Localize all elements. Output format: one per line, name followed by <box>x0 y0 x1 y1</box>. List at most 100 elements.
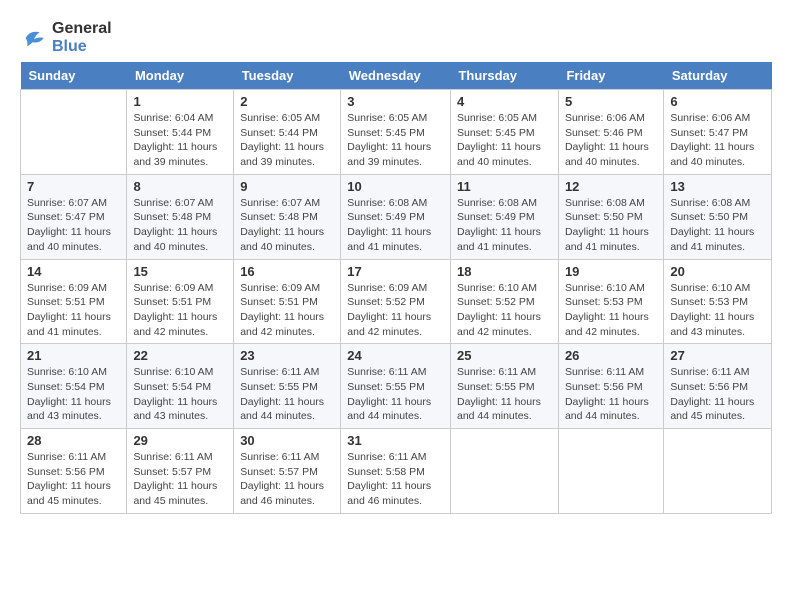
calendar-cell: 4 Sunrise: 6:05 AMSunset: 5:45 PMDaylight… <box>450 90 558 175</box>
calendar-cell: 31 Sunrise: 6:11 AMSunset: 5:58 PMDayligh… <box>341 429 451 514</box>
calendar-cell: 30 Sunrise: 6:11 AMSunset: 5:57 PMDayligh… <box>234 429 341 514</box>
day-info: Sunrise: 6:11 AMSunset: 5:57 PMDaylight:… <box>240 450 334 509</box>
day-number: 15 <box>133 264 227 279</box>
calendar-week-row: 14 Sunrise: 6:09 AMSunset: 5:51 PMDayligh… <box>21 259 772 344</box>
day-info: Sunrise: 6:06 AMSunset: 5:47 PMDaylight:… <box>670 111 765 170</box>
day-number: 11 <box>457 179 552 194</box>
calendar-cell: 14 Sunrise: 6:09 AMSunset: 5:51 PMDayligh… <box>21 259 127 344</box>
day-info: Sunrise: 6:08 AMSunset: 5:50 PMDaylight:… <box>670 196 765 255</box>
calendar-cell: 20 Sunrise: 6:10 AMSunset: 5:53 PMDayligh… <box>664 259 772 344</box>
day-info: Sunrise: 6:09 AMSunset: 5:51 PMDaylight:… <box>27 281 120 340</box>
day-info: Sunrise: 6:06 AMSunset: 5:46 PMDaylight:… <box>565 111 657 170</box>
calendar-cell: 19Sunrise: 6:10 AMSunset: 5:53 PMDayligh… <box>558 259 663 344</box>
day-info: Sunrise: 6:10 AMSunset: 5:52 PMDaylight:… <box>457 281 552 340</box>
day-info: Sunrise: 6:05 AMSunset: 5:44 PMDaylight:… <box>240 111 334 170</box>
day-info: Sunrise: 6:05 AMSunset: 5:45 PMDaylight:… <box>347 111 444 170</box>
calendar-cell: 2 Sunrise: 6:05 AMSunset: 5:44 PMDaylight… <box>234 90 341 175</box>
calendar-cell: 15 Sunrise: 6:09 AMSunset: 5:51 PMDayligh… <box>127 259 234 344</box>
calendar-week-row: 7Sunrise: 6:07 AMSunset: 5:47 PMDaylight… <box>21 174 772 259</box>
day-number: 25 <box>457 348 552 363</box>
day-header-thursday: Thursday <box>450 62 558 90</box>
day-number: 9 <box>240 179 334 194</box>
calendar-cell: 1 Sunrise: 6:04 AMSunset: 5:44 PMDaylight… <box>127 90 234 175</box>
logo-text: General Blue <box>52 20 112 56</box>
day-number: 28 <box>27 433 120 448</box>
day-info: Sunrise: 6:11 AMSunset: 5:56 PMDaylight:… <box>27 450 120 509</box>
day-info: Sunrise: 6:11 AMSunset: 5:57 PMDaylight:… <box>133 450 227 509</box>
day-number: 21 <box>27 348 120 363</box>
calendar-cell: 12 Sunrise: 6:08 AMSunset: 5:50 PMDayligh… <box>558 174 663 259</box>
day-number: 26 <box>565 348 657 363</box>
day-number: 7 <box>27 179 120 194</box>
day-number: 6 <box>670 94 765 109</box>
calendar-cell: 29Sunrise: 6:11 AMSunset: 5:57 PMDayligh… <box>127 429 234 514</box>
calendar-cell <box>664 429 772 514</box>
day-info: Sunrise: 6:10 AMSunset: 5:53 PMDaylight:… <box>670 281 765 340</box>
logo: General Blue <box>20 20 112 56</box>
day-number: 20 <box>670 264 765 279</box>
day-number: 3 <box>347 94 444 109</box>
day-number: 2 <box>240 94 334 109</box>
day-info: Sunrise: 6:11 AMSunset: 5:56 PMDaylight:… <box>670 365 765 424</box>
day-number: 19 <box>565 264 657 279</box>
calendar-cell: 8 Sunrise: 6:07 AMSunset: 5:48 PMDaylight… <box>127 174 234 259</box>
calendar-cell: 16Sunrise: 6:09 AMSunset: 5:51 PMDayligh… <box>234 259 341 344</box>
day-info: Sunrise: 6:09 AMSunset: 5:51 PMDaylight:… <box>133 281 227 340</box>
day-number: 30 <box>240 433 334 448</box>
day-number: 4 <box>457 94 552 109</box>
calendar-cell: 23Sunrise: 6:11 AMSunset: 5:55 PMDayligh… <box>234 344 341 429</box>
day-number: 1 <box>133 94 227 109</box>
calendar-cell: 24Sunrise: 6:11 AMSunset: 5:55 PMDayligh… <box>341 344 451 429</box>
page-header: General Blue <box>20 20 772 56</box>
day-header-saturday: Saturday <box>664 62 772 90</box>
calendar-week-row: 1 Sunrise: 6:04 AMSunset: 5:44 PMDaylight… <box>21 90 772 175</box>
day-number: 22 <box>133 348 227 363</box>
calendar-cell: 21 Sunrise: 6:10 AMSunset: 5:54 PMDayligh… <box>21 344 127 429</box>
day-number: 12 <box>565 179 657 194</box>
calendar-cell <box>558 429 663 514</box>
day-info: Sunrise: 6:09 AMSunset: 5:52 PMDaylight:… <box>347 281 444 340</box>
day-info: Sunrise: 6:11 AMSunset: 5:55 PMDaylight:… <box>347 365 444 424</box>
calendar-cell: 26 Sunrise: 6:11 AMSunset: 5:56 PMDayligh… <box>558 344 663 429</box>
day-info: Sunrise: 6:09 AMSunset: 5:51 PMDaylight:… <box>240 281 334 340</box>
day-number: 31 <box>347 433 444 448</box>
day-info: Sunrise: 6:11 AMSunset: 5:58 PMDaylight:… <box>347 450 444 509</box>
logo-icon <box>20 24 48 52</box>
day-number: 5 <box>565 94 657 109</box>
calendar-cell: 3 Sunrise: 6:05 AMSunset: 5:45 PMDaylight… <box>341 90 451 175</box>
day-header-sunday: Sunday <box>21 62 127 90</box>
calendar-cell <box>450 429 558 514</box>
day-info: Sunrise: 6:10 AMSunset: 5:54 PMDaylight:… <box>27 365 120 424</box>
calendar-cell: 18 Sunrise: 6:10 AMSunset: 5:52 PMDayligh… <box>450 259 558 344</box>
calendar-cell: 13 Sunrise: 6:08 AMSunset: 5:50 PMDayligh… <box>664 174 772 259</box>
calendar-week-row: 28 Sunrise: 6:11 AMSunset: 5:56 PMDayligh… <box>21 429 772 514</box>
day-number: 27 <box>670 348 765 363</box>
day-number: 17 <box>347 264 444 279</box>
day-number: 14 <box>27 264 120 279</box>
day-header-monday: Monday <box>127 62 234 90</box>
day-header-friday: Friday <box>558 62 663 90</box>
day-info: Sunrise: 6:08 AMSunset: 5:49 PMDaylight:… <box>347 196 444 255</box>
calendar-cell <box>21 90 127 175</box>
day-info: Sunrise: 6:11 AMSunset: 5:55 PMDaylight:… <box>457 365 552 424</box>
day-info: Sunrise: 6:04 AMSunset: 5:44 PMDaylight:… <box>133 111 227 170</box>
day-number: 23 <box>240 348 334 363</box>
calendar-cell: 6 Sunrise: 6:06 AMSunset: 5:47 PMDaylight… <box>664 90 772 175</box>
day-header-tuesday: Tuesday <box>234 62 341 90</box>
day-number: 8 <box>133 179 227 194</box>
day-number: 18 <box>457 264 552 279</box>
calendar-cell: 17 Sunrise: 6:09 AMSunset: 5:52 PMDayligh… <box>341 259 451 344</box>
day-info: Sunrise: 6:05 AMSunset: 5:45 PMDaylight:… <box>457 111 552 170</box>
day-info: Sunrise: 6:11 AMSunset: 5:56 PMDaylight:… <box>565 365 657 424</box>
calendar-cell: 28 Sunrise: 6:11 AMSunset: 5:56 PMDayligh… <box>21 429 127 514</box>
days-header-row: SundayMondayTuesdayWednesdayThursdayFrid… <box>21 62 772 90</box>
day-info: Sunrise: 6:08 AMSunset: 5:50 PMDaylight:… <box>565 196 657 255</box>
calendar-cell: 5 Sunrise: 6:06 AMSunset: 5:46 PMDaylight… <box>558 90 663 175</box>
calendar-cell: 27 Sunrise: 6:11 AMSunset: 5:56 PMDayligh… <box>664 344 772 429</box>
calendar-cell: 9Sunrise: 6:07 AMSunset: 5:48 PMDaylight… <box>234 174 341 259</box>
day-number: 13 <box>670 179 765 194</box>
day-info: Sunrise: 6:07 AMSunset: 5:48 PMDaylight:… <box>133 196 227 255</box>
calendar-cell: 11Sunrise: 6:08 AMSunset: 5:49 PMDayligh… <box>450 174 558 259</box>
day-info: Sunrise: 6:10 AMSunset: 5:54 PMDaylight:… <box>133 365 227 424</box>
calendar-cell: 22 Sunrise: 6:10 AMSunset: 5:54 PMDayligh… <box>127 344 234 429</box>
